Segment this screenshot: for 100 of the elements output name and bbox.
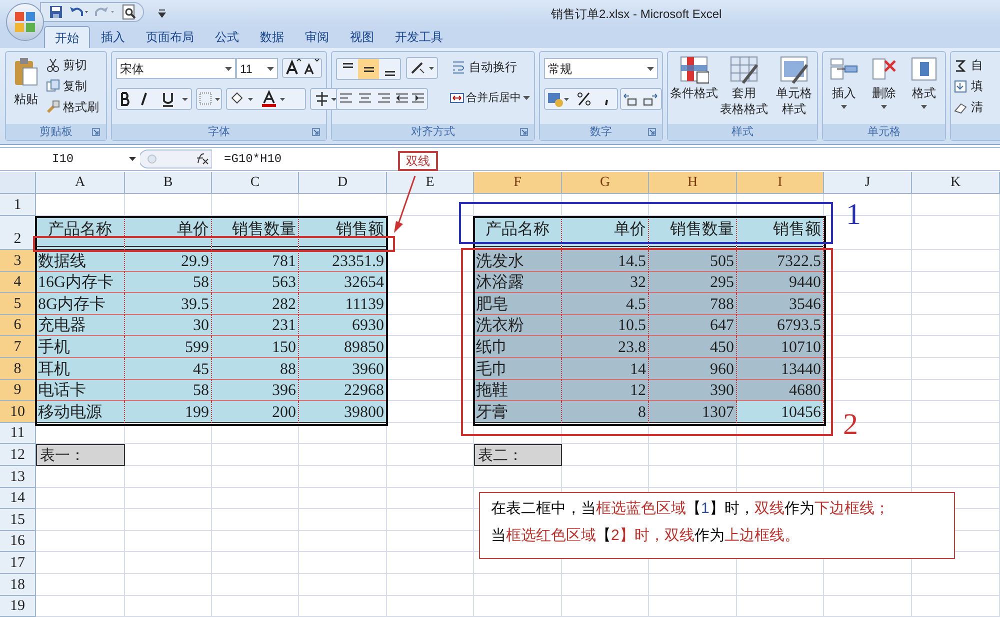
currency-percent-comma-icon[interactable] xyxy=(544,88,618,110)
dialog-launcher-icon[interactable] xyxy=(92,128,100,136)
ribbon-tab[interactable]: 审阅 xyxy=(295,26,339,48)
cells-button[interactable]: 插入 xyxy=(825,55,863,109)
column-header[interactable]: B xyxy=(125,172,212,194)
bold-italic-underline-icon[interactable] xyxy=(116,88,192,110)
horizontal-align-icon[interactable] xyxy=(336,88,428,110)
ribbon-tab[interactable]: 开始 xyxy=(44,26,90,48)
copy-icon[interactable] xyxy=(46,78,60,92)
font-name-field[interactable]: 宋体 xyxy=(116,58,236,79)
dropdown-arrow-icon[interactable] xyxy=(881,105,887,109)
insert-function-icon[interactable] xyxy=(140,149,212,169)
save-icon[interactable] xyxy=(49,5,63,19)
table-cell: 肥皂 xyxy=(474,293,562,315)
ribbon-tab[interactable]: 数据 xyxy=(250,26,294,48)
name-box[interactable]: I10 xyxy=(0,149,140,169)
fill-font-color-icon[interactable] xyxy=(226,88,306,110)
ribbon-tab[interactable]: 视图 xyxy=(340,26,384,48)
row-header[interactable]: 16 xyxy=(0,530,36,552)
row-header[interactable]: 17 xyxy=(0,552,36,574)
sum-icon[interactable] xyxy=(954,58,967,72)
row-header[interactable]: 5 xyxy=(0,293,36,315)
conditional-format-icon[interactable] xyxy=(679,55,709,85)
row-header[interactable]: 9 xyxy=(0,380,36,402)
row-header[interactable]: 10 xyxy=(0,401,36,423)
formula-field[interactable]: =G10*H10 xyxy=(212,150,282,168)
row-header[interactable]: 19 xyxy=(0,596,36,617)
clipboard-button[interactable]: 复制 xyxy=(46,76,87,95)
wrap-text-button[interactable]: 自动换行 xyxy=(452,58,517,76)
dropdown-arrow-icon[interactable] xyxy=(225,66,232,70)
editing-button[interactable]: 清 xyxy=(954,98,983,116)
dropdown-arrow-icon[interactable] xyxy=(523,96,530,100)
column-header[interactable]: J xyxy=(824,172,912,194)
undo-icon[interactable] xyxy=(69,5,89,19)
row-header[interactable]: 18 xyxy=(0,574,36,596)
editing-button[interactable]: 填 xyxy=(954,77,983,95)
office-logo-icon[interactable] xyxy=(14,11,36,33)
eraser-icon[interactable] xyxy=(954,100,967,114)
merge-icon[interactable] xyxy=(450,91,464,106)
cell-brush-icon[interactable] xyxy=(779,55,809,85)
style-button[interactable]: 套用 表格格式 xyxy=(720,55,768,117)
borders-icon[interactable] xyxy=(196,88,222,110)
row-header[interactable]: 13 xyxy=(0,466,36,488)
cells-button[interactable]: 格式 xyxy=(905,55,943,109)
column-header[interactable]: C xyxy=(212,172,299,194)
column-header[interactable]: H xyxy=(649,172,737,194)
table-cell: 390 xyxy=(649,380,737,402)
table-brush-icon[interactable] xyxy=(729,55,759,85)
row-header[interactable]: 12 xyxy=(0,444,36,466)
align-button[interactable] xyxy=(358,59,379,79)
format-brush-icon[interactable] xyxy=(46,100,60,114)
fill-down-icon[interactable] xyxy=(954,80,967,92)
style-button[interactable]: 条件格式 xyxy=(670,55,718,117)
clipboard-button[interactable]: 格式刷 xyxy=(46,97,99,116)
wrap-text-icon[interactable] xyxy=(452,60,466,74)
dialog-launcher-icon[interactable] xyxy=(648,128,656,136)
font-grow-shrink-icon[interactable] xyxy=(282,58,322,78)
column-header[interactable]: D xyxy=(299,172,387,194)
row-header[interactable]: 8 xyxy=(0,358,36,380)
dropdown-arrow-icon[interactable] xyxy=(647,66,654,70)
column-header[interactable]: G xyxy=(562,172,649,194)
ribbon-tab[interactable]: 页面布局 xyxy=(136,26,204,48)
merge-center-button[interactable]: 合并后居中 xyxy=(450,90,530,106)
row-header[interactable]: 15 xyxy=(0,509,36,531)
dropdown-arrow-icon[interactable] xyxy=(267,66,274,70)
scissors-icon[interactable] xyxy=(46,58,60,72)
ribbon-tab[interactable]: 开发工具 xyxy=(385,26,453,48)
dropdown-arrow-icon[interactable] xyxy=(129,157,136,161)
row-header[interactable]: 4 xyxy=(0,272,36,294)
row-header[interactable]: 7 xyxy=(0,336,36,358)
column-header[interactable]: I xyxy=(737,172,824,194)
column-header[interactable]: A xyxy=(36,172,125,194)
style-button[interactable]: 单元格 样式 xyxy=(770,55,818,117)
row-header[interactable]: 14 xyxy=(0,488,36,510)
clipboard-button[interactable]: 剪切 xyxy=(46,55,87,74)
row-header[interactable]: 2 xyxy=(0,216,36,250)
dialog-launcher-icon[interactable] xyxy=(312,128,320,136)
decimal-places-icon[interactable] xyxy=(620,88,662,110)
dialog-launcher-icon[interactable] xyxy=(520,128,528,136)
row-header[interactable]: 3 xyxy=(0,250,36,272)
font-size-field[interactable]: 11 xyxy=(236,58,278,79)
paste-icon[interactable] xyxy=(13,57,39,87)
column-header[interactable]: K xyxy=(912,172,1000,194)
column-header[interactable]: F xyxy=(474,172,562,194)
orientation-icon[interactable] xyxy=(406,57,438,79)
row-header[interactable]: 1 xyxy=(0,194,36,216)
row-header[interactable]: 11 xyxy=(0,422,36,444)
paste-button[interactable]: 粘贴 xyxy=(8,54,44,122)
number-format-field[interactable]: 常规 xyxy=(544,58,658,79)
ribbon-tab[interactable]: 公式 xyxy=(205,26,249,48)
ribbon-tab[interactable]: 插入 xyxy=(91,26,135,48)
dropdown-arrow-icon[interactable] xyxy=(921,105,927,109)
phonetic-icon[interactable] xyxy=(310,88,340,110)
row-header[interactable]: 6 xyxy=(0,314,36,336)
cells-button[interactable]: 删除 xyxy=(865,55,903,109)
dropdown-arrow-icon[interactable] xyxy=(841,105,847,109)
editing-button[interactable]: 自 xyxy=(954,56,983,74)
customize-toolbar-icon[interactable] xyxy=(158,8,166,18)
column-header[interactable]: E xyxy=(387,172,474,194)
print-preview-icon[interactable] xyxy=(121,4,137,20)
